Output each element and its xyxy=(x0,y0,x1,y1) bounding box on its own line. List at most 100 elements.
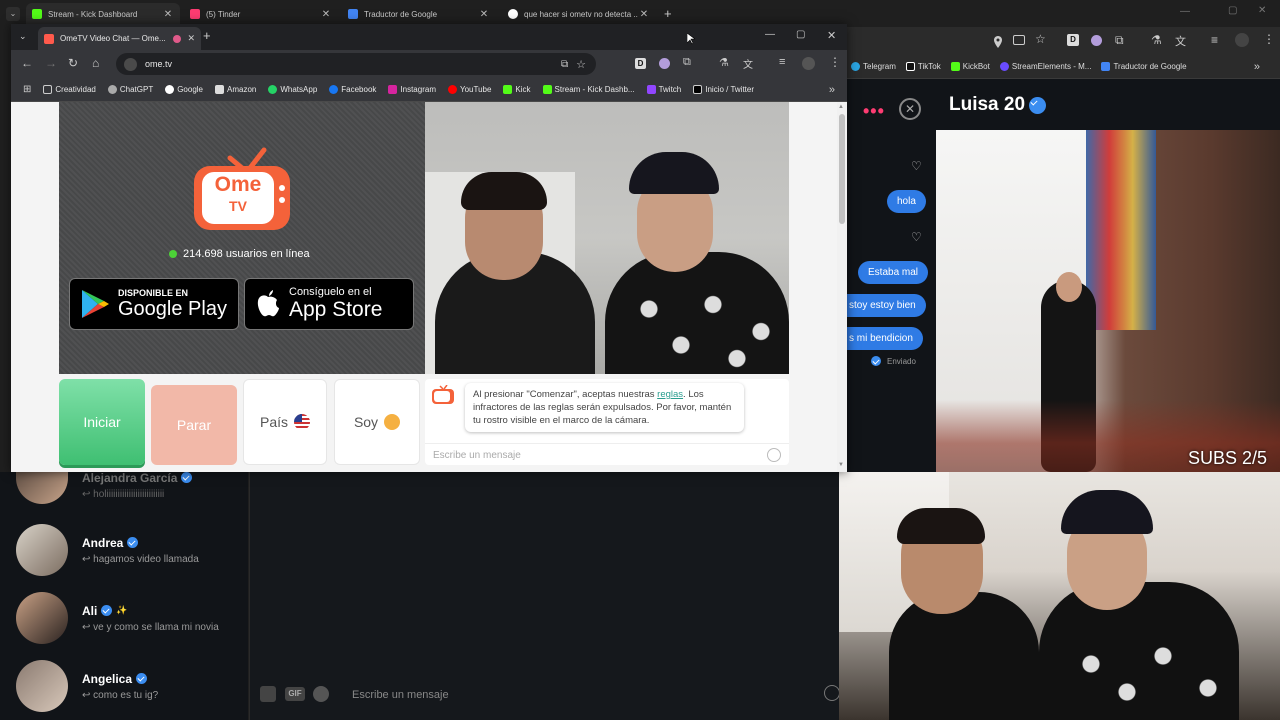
like-heart-icon[interactable]: ♡ xyxy=(911,230,922,244)
star-icon[interactable]: ☆ xyxy=(576,58,586,71)
list-item[interactable]: Andrea ↩ hagamos video llamada xyxy=(16,524,199,576)
scroll-up-icon[interactable]: ▲ xyxy=(838,104,844,110)
list-item[interactable]: Ali ✨ ↩ ve y como se llama mi novia xyxy=(16,592,219,644)
close-icon[interactable]: ✕ xyxy=(478,9,490,20)
bookmark-streamelements[interactable]: StreamElements - M... xyxy=(999,62,1091,71)
emoji-icon[interactable] xyxy=(824,685,840,701)
maximize-icon[interactable]: ▢ xyxy=(1228,5,1237,16)
google-play-button[interactable]: DISPONIBLE EN Google Play xyxy=(69,278,239,330)
bookmark-item[interactable]: Stream - Kick Dashb... xyxy=(542,85,635,94)
tab-search-icon[interactable]: ⌄ xyxy=(6,7,20,21)
lab-icon[interactable]: ⚗ xyxy=(719,56,729,69)
bookmark-item[interactable]: Amazon xyxy=(215,85,256,94)
bookmark-item[interactable]: Facebook xyxy=(329,85,376,94)
minimize-icon[interactable]: — xyxy=(765,29,775,40)
tab-ometv[interactable]: OmeTV Video Chat — Ome... ✕ xyxy=(38,27,201,50)
location-icon[interactable] xyxy=(993,35,1003,48)
menu-icon[interactable]: ⋮ xyxy=(1263,32,1275,46)
close-icon[interactable]: ✕ xyxy=(320,9,332,20)
start-button[interactable]: Iniciar xyxy=(59,379,145,465)
close-window-icon[interactable]: ✕ xyxy=(827,29,836,42)
lab-icon[interactable]: ⚗ xyxy=(1151,33,1162,47)
bookmark-item[interactable]: WhatsApp xyxy=(268,85,317,94)
bookmark-item[interactable]: Instagram xyxy=(388,85,436,94)
playlist-icon[interactable]: ≡ xyxy=(779,56,785,68)
bg-tab-google[interactable]: que hacer si ometv no detecta ... ✕ xyxy=(502,3,656,25)
bookmark-item[interactable]: Creatividad xyxy=(43,85,96,94)
gender-button[interactable]: Soy xyxy=(334,379,420,465)
sticker-icon[interactable] xyxy=(260,686,276,702)
extension-icon[interactable] xyxy=(1091,35,1102,46)
message-input[interactable]: Escribe un mensaje xyxy=(352,689,449,701)
person-left-hair xyxy=(897,508,985,544)
star-icon[interactable]: ☆ xyxy=(1035,32,1046,46)
home-icon[interactable]: ⌂ xyxy=(92,56,99,70)
new-tab-icon[interactable]: + xyxy=(203,28,211,43)
bookmark-tiktok[interactable]: TikTok xyxy=(905,62,941,71)
emoji-icon[interactable] xyxy=(767,448,781,462)
app-store-button[interactable]: Consíguelo en el App Store xyxy=(244,278,414,330)
profile-avatar[interactable] xyxy=(802,57,815,70)
partner-video[interactable] xyxy=(425,102,789,374)
install-icon[interactable]: ⧉ xyxy=(561,59,568,70)
more-bookmarks-icon[interactable]: » xyxy=(829,84,835,96)
translate-icon[interactable]: 文 xyxy=(1175,33,1186,49)
bookmark-item[interactable]: Inicio / Twitter xyxy=(693,85,754,94)
bookmark-item[interactable]: Kick xyxy=(503,85,531,94)
extension-icon[interactable] xyxy=(659,58,670,69)
bookmark-translate[interactable]: Traductor de Google xyxy=(1101,62,1187,71)
ometv-favicon xyxy=(44,33,54,44)
spotify-icon[interactable] xyxy=(313,686,329,702)
close-window-icon[interactable]: ✕ xyxy=(1258,5,1266,16)
more-options-icon[interactable]: ••• xyxy=(863,101,885,122)
more-bookmarks-icon[interactable]: » xyxy=(1254,61,1260,73)
cast-icon[interactable] xyxy=(1013,35,1025,45)
bg-tab-translate[interactable]: Traductor de Google ✕ xyxy=(342,3,496,25)
menu-icon[interactable]: ⋮ xyxy=(829,55,841,69)
extension-d-icon[interactable]: D xyxy=(1067,34,1079,46)
bookmark-label: Telegram xyxy=(863,62,896,71)
scroll-down-icon[interactable]: ▼ xyxy=(838,462,844,468)
close-icon[interactable]: ✕ xyxy=(162,9,174,20)
bookmark-item[interactable]: ChatGPT xyxy=(107,85,153,94)
site-info-icon[interactable] xyxy=(124,57,137,71)
country-button[interactable]: País xyxy=(243,379,327,465)
list-item[interactable]: Angelica ↩ como es tu ig? xyxy=(16,660,158,712)
puzzle-icon[interactable]: ⧉ xyxy=(683,56,691,69)
bg-tab-tinder[interactable]: (5) Tinder ✕ xyxy=(184,3,338,25)
bookmark-item[interactable]: Twitch xyxy=(646,85,681,94)
extension-d-icon[interactable]: D xyxy=(635,58,646,69)
message-input[interactable]: Escribe un mensaje xyxy=(433,450,521,461)
forward-icon[interactable]: → xyxy=(45,56,57,70)
gif-icon[interactable]: GIF xyxy=(285,687,305,701)
bg-tab-kick[interactable]: Stream - Kick Dashboard ✕ xyxy=(26,3,180,25)
match-message-text: ve y como se llama mi novia xyxy=(93,621,219,633)
reload-icon[interactable]: ↻ xyxy=(68,56,78,70)
like-heart-icon[interactable]: ♡ xyxy=(911,159,922,173)
close-icon[interactable]: ✕ xyxy=(638,9,650,20)
playlist-icon[interactable]: ≡ xyxy=(1211,33,1218,47)
bookmark-telegram[interactable]: Telegram xyxy=(851,62,896,71)
apps-grid-icon[interactable]: ⊞ xyxy=(23,84,31,95)
tab-search-icon[interactable]: ⌄ xyxy=(19,31,27,42)
minimize-icon[interactable]: — xyxy=(1180,6,1190,17)
profile-photo[interactable]: SUBS 2/5 xyxy=(936,130,1280,472)
translate-icon xyxy=(348,9,358,19)
new-tab-icon[interactable]: + xyxy=(664,6,672,21)
bookmark-item[interactable]: Google xyxy=(165,85,203,94)
bookmark-kickbot[interactable]: KickBot xyxy=(950,62,990,71)
translate-icon[interactable]: 文 xyxy=(743,56,753,71)
rules-link[interactable]: reglas xyxy=(657,389,683,400)
url-bar[interactable]: ome.tv ⧉ ☆ xyxy=(116,53,596,75)
back-icon[interactable]: ← xyxy=(21,56,33,70)
bookmark-item[interactable]: YouTube xyxy=(447,85,491,94)
stop-button[interactable]: Parar xyxy=(151,385,237,465)
close-icon[interactable]: ✕ xyxy=(187,33,195,44)
maximize-icon[interactable]: ▢ xyxy=(796,29,805,40)
profile-avatar[interactable] xyxy=(1235,33,1249,47)
avatar xyxy=(16,524,68,576)
close-chat-icon[interactable]: ✕ xyxy=(899,98,921,120)
scroll-thumb[interactable] xyxy=(839,114,845,224)
scrollbar[interactable]: ▲ ▼ xyxy=(837,102,847,472)
puzzle-icon[interactable]: ⧉ xyxy=(1115,33,1124,48)
